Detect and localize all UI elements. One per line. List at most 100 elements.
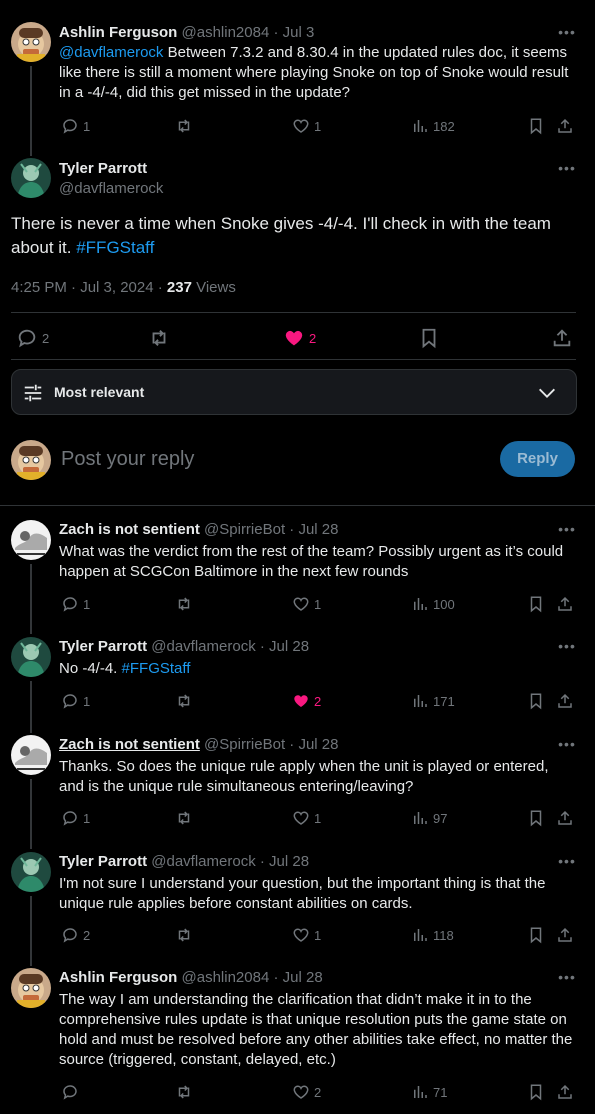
main-author-handle[interactable]: @davflamerock [59,180,163,197]
post-date[interactable]: Jul 3 [283,24,315,41]
avatar-ashlin[interactable] [11,22,51,62]
reply-button[interactable] [61,1083,83,1101]
divider [11,359,576,360]
reply-button[interactable]: 1 [61,595,90,613]
reply-input[interactable]: Post your reply [61,448,194,471]
more-options-icon[interactable]: ••• [557,24,577,40]
author-handle[interactable]: @davflamerock [151,853,255,870]
author-name[interactable]: Zach is not sentient [59,521,200,538]
heart-icon [293,811,309,825]
like-button[interactable]: 1 [292,117,321,135]
author-handle[interactable]: @davflamerock [151,638,255,655]
author-handle[interactable]: @ashlin2084 [182,24,270,41]
author-handle[interactable]: @ashlin2084 [182,969,270,986]
post-date[interactable]: Jul 28 [269,853,309,870]
bookmark-button[interactable] [527,1083,545,1101]
views-button[interactable]: 171 [411,692,455,710]
views-button[interactable]: 182 [411,117,455,135]
bookmark-icon [530,810,542,827]
views-icon [414,812,427,824]
share-button[interactable] [556,692,574,710]
like-button[interactable]: 1 [292,595,321,613]
avatar-current-user[interactable] [11,440,51,480]
author-name[interactable]: Ashlin Ferguson [59,24,177,41]
author-name[interactable]: Tyler Parrott [59,853,147,870]
hashtag-link[interactable]: #FFGStaff [122,660,191,677]
avatar-zach[interactable] [11,520,51,560]
avatar-tyler[interactable] [11,637,51,677]
avatar-tyler[interactable] [11,158,51,198]
author-name[interactable]: Tyler Parrott [59,638,147,655]
bookmark-button[interactable] [527,595,545,613]
bookmark-icon [530,927,542,944]
views-button[interactable]: 71 [411,1083,447,1101]
more-options-icon[interactable]: ••• [557,969,577,985]
like-button[interactable]: 2 [283,327,316,349]
heart-icon [293,1085,309,1099]
share-button[interactable] [556,595,574,613]
share-button[interactable] [556,809,574,827]
views-button[interactable]: 100 [411,595,455,613]
post-date[interactable]: Jul 28 [298,521,338,538]
avatar-tyler[interactable] [11,852,51,892]
more-options-icon[interactable]: ••• [557,853,577,869]
bookmark-button[interactable] [527,809,545,827]
repost-button[interactable] [175,595,193,613]
repost-icon [178,694,190,708]
reply-button[interactable]: 1 [61,809,90,827]
separator: · [259,638,265,655]
bookmark-icon [530,596,542,613]
bookmark-button[interactable] [527,692,545,710]
share-button[interactable] [556,1083,574,1101]
repost-button[interactable] [175,692,193,710]
post-date[interactable]: Jul 28 [298,736,338,753]
post-date[interactable]: Jul 28 [269,638,309,655]
more-options-icon[interactable]: ••• [557,160,577,176]
more-options-icon[interactable]: ••• [557,521,577,537]
views-button[interactable]: 118 [411,926,454,944]
author-name[interactable]: Ashlin Ferguson [59,969,177,986]
main-author-name[interactable]: Tyler Parrott [59,160,147,177]
like-button[interactable]: 2 [292,1083,321,1101]
heart-filled-icon [285,330,303,346]
post-time[interactable]: 4:25 PM · Jul 3, 2024 · [11,279,167,296]
repost-button[interactable] [175,1083,193,1101]
post-date[interactable]: Jul 28 [283,969,323,986]
avatar-zach[interactable] [11,735,51,775]
like-button[interactable]: 2 [292,692,321,710]
like-button[interactable]: 1 [292,926,321,944]
author-handle[interactable]: @SpirrieBot [204,521,285,538]
bookmark-button[interactable] [418,327,440,349]
hashtag-link[interactable]: #FFGStaff [76,238,154,257]
reply-button[interactable]: Reply [500,441,575,477]
bookmark-button[interactable] [527,926,545,944]
repost-button[interactable] [175,926,193,944]
reply-icon [63,119,77,134]
repost-button[interactable] [175,809,193,827]
more-options-icon[interactable]: ••• [557,638,577,654]
tweet-text: The way I am understanding the clarifica… [59,991,573,1068]
author-handle[interactable]: @SpirrieBot [204,736,285,753]
reply-button[interactable]: 2 [16,327,49,349]
repost-button[interactable] [175,117,197,135]
reply-button[interactable]: 1 [61,117,90,135]
share-button[interactable] [556,117,574,135]
reply-button[interactable]: 1 [61,692,90,710]
divider [11,312,576,313]
mention-link[interactable]: @davflamerock [59,44,163,61]
share-button[interactable] [556,926,574,944]
sort-dropdown[interactable]: Most relevant [11,369,577,415]
bookmark-icon [530,118,542,135]
reply-icon [63,928,77,943]
views-button[interactable]: 97 [411,809,447,827]
repost-button[interactable] [148,327,170,349]
bookmark-button[interactable] [527,117,545,135]
share-button[interactable] [551,327,573,349]
more-options-icon[interactable]: ••• [557,736,577,752]
thread-line [30,564,32,634]
avatar-ashlin[interactable] [11,968,51,1008]
tweet-text: What was the verdict from the rest of th… [59,543,564,580]
reply-button[interactable]: 2 [61,926,90,944]
author-name[interactable]: Zach is not sentient [59,736,200,753]
like-button[interactable]: 1 [292,809,321,827]
